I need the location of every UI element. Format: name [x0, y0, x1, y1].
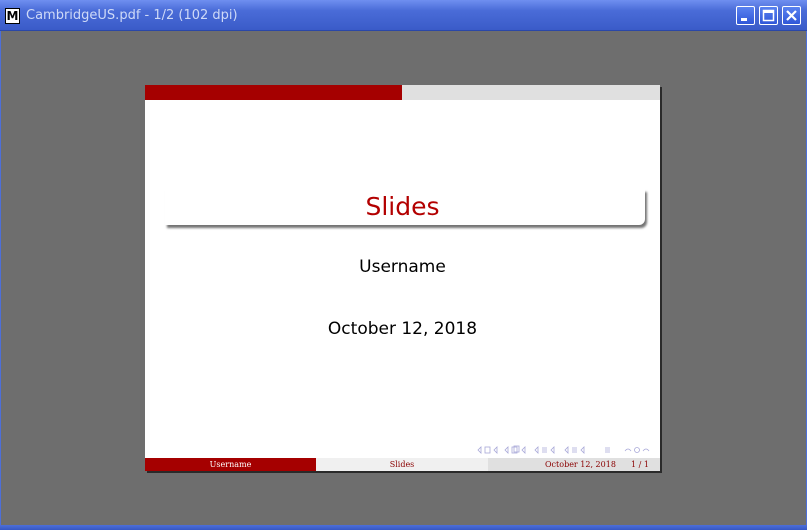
- pdf-page[interactable]: Slides Username October 12, 2018 Usernam…: [145, 85, 660, 471]
- minimize-button[interactable]: [736, 6, 755, 25]
- window-bottom-border: [0, 525, 807, 530]
- slide-date: October 12, 2018: [327, 319, 478, 339]
- close-button[interactable]: [782, 6, 801, 25]
- app-icon: M: [5, 8, 20, 24]
- minimize-icon: [741, 18, 747, 21]
- slide-author: Username: [359, 257, 446, 277]
- maximize-button[interactable]: [759, 6, 778, 25]
- footer-date: October 12, 2018: [545, 460, 616, 469]
- footer-right: October 12, 2018 1 / 1: [488, 458, 660, 471]
- window-left-border: [0, 31, 1, 525]
- window-title: CambridgeUS.pdf - 1/2 (102 dpi): [26, 8, 238, 23]
- footer-title: Slides: [316, 458, 488, 471]
- footer-page-number: 1 / 1: [631, 460, 649, 469]
- beamer-headline-gray: [402, 85, 660, 100]
- beamer-headline-red: [145, 85, 402, 100]
- maximize-icon: [762, 9, 775, 22]
- close-icon: [786, 10, 797, 21]
- footer-author: Username: [145, 458, 316, 471]
- slide-title: Slides: [365, 192, 440, 221]
- window-titlebar[interactable]: M CambridgeUS.pdf - 1/2 (102 dpi): [0, 0, 807, 31]
- beamer-navigation-icons[interactable]: [475, 445, 655, 455]
